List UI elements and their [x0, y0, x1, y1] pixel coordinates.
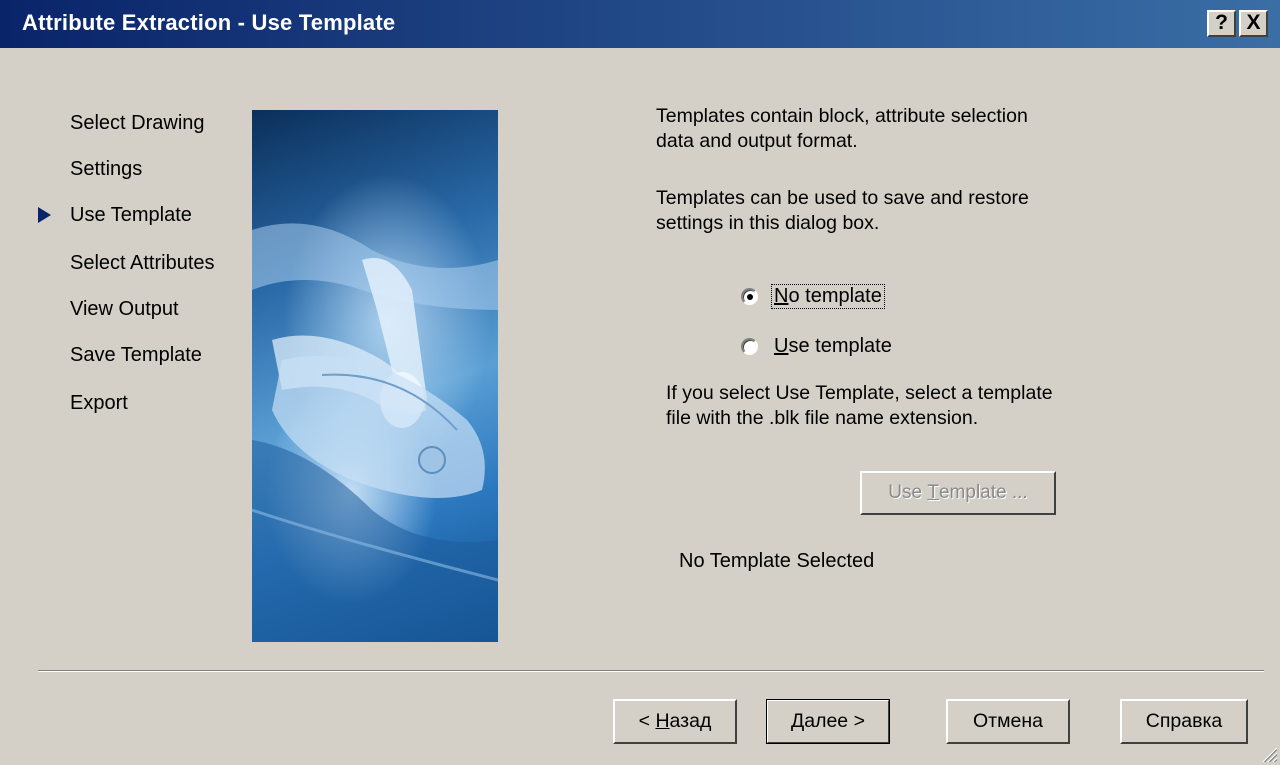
use-template-button-text-start: Use [888, 482, 928, 503]
back-button-mnemonic: Н [655, 710, 670, 732]
radio-use-template-label[interactable]: Use template [772, 335, 894, 358]
help-title-button[interactable]: ? [1207, 10, 1236, 37]
hint-line-1: If you select Use Template, select a tem… [666, 382, 1053, 404]
use-template-button[interactable]: Use Template ... [860, 471, 1056, 515]
hint-line-2: file with the .blk file name extension. [666, 407, 979, 429]
radio-no-template-mnemonic: N [774, 284, 789, 307]
radio-use-template[interactable]: Use template [741, 333, 894, 359]
use-template-button-mnemonic: T [927, 482, 939, 503]
back-button[interactable]: < Назад [613, 699, 737, 744]
next-button[interactable]: Далее > [766, 699, 890, 744]
template-status: No Template Selected [679, 550, 875, 572]
title-bar: Attribute Extraction - Use Template ? X [0, 0, 1280, 48]
current-step-arrow-icon [38, 207, 51, 223]
radio-use-template-indicator[interactable] [741, 337, 758, 355]
intro2-line-2: settings in this dialog box. [656, 212, 880, 234]
resize-grip-icon[interactable] [1260, 745, 1278, 763]
step-select-drawing: Select Drawing [70, 112, 205, 134]
window-title: Attribute Extraction - Use Template [22, 10, 396, 35]
radio-no-template[interactable]: No template [741, 283, 885, 309]
step-export: Export [70, 392, 128, 414]
intro-line-2: data and output format. [656, 130, 858, 152]
radio-no-template-text: o template [788, 284, 882, 307]
radio-no-template-label[interactable]: No template [771, 283, 885, 309]
hint-text: If you select Use Template, select a tem… [666, 381, 1053, 431]
step-settings: Settings [70, 158, 143, 180]
help-button[interactable]: Справка [1120, 699, 1248, 744]
footer-separator [38, 670, 1264, 672]
step-use-template: Use Template [70, 204, 192, 226]
step-save-template: Save Template [70, 344, 202, 366]
back-button-text: азад [669, 710, 712, 732]
cancel-button[interactable]: Отмена [946, 699, 1070, 744]
step-view-output: View Output [70, 298, 179, 320]
intro2-line-1: Templates can be used to save and restor… [656, 187, 1029, 209]
intro-line-1: Templates contain block, attribute selec… [656, 105, 1028, 127]
intro-text: Templates contain block, attribute selec… [656, 104, 1028, 154]
use-template-button-text-end: emplate ... [938, 482, 1028, 503]
close-title-button[interactable]: X [1239, 10, 1268, 37]
hand-mouse-illustration [252, 223, 498, 642]
radio-no-template-indicator[interactable] [741, 287, 758, 305]
intro-text-2: Templates can be used to save and restor… [656, 186, 1029, 236]
hand-mouse-image [252, 110, 498, 642]
step-select-attributes: Select Attributes [70, 252, 215, 274]
back-button-prefix: < [638, 710, 656, 732]
radio-use-template-mnemonic: U [774, 334, 789, 357]
radio-use-template-text: se template [788, 334, 892, 357]
